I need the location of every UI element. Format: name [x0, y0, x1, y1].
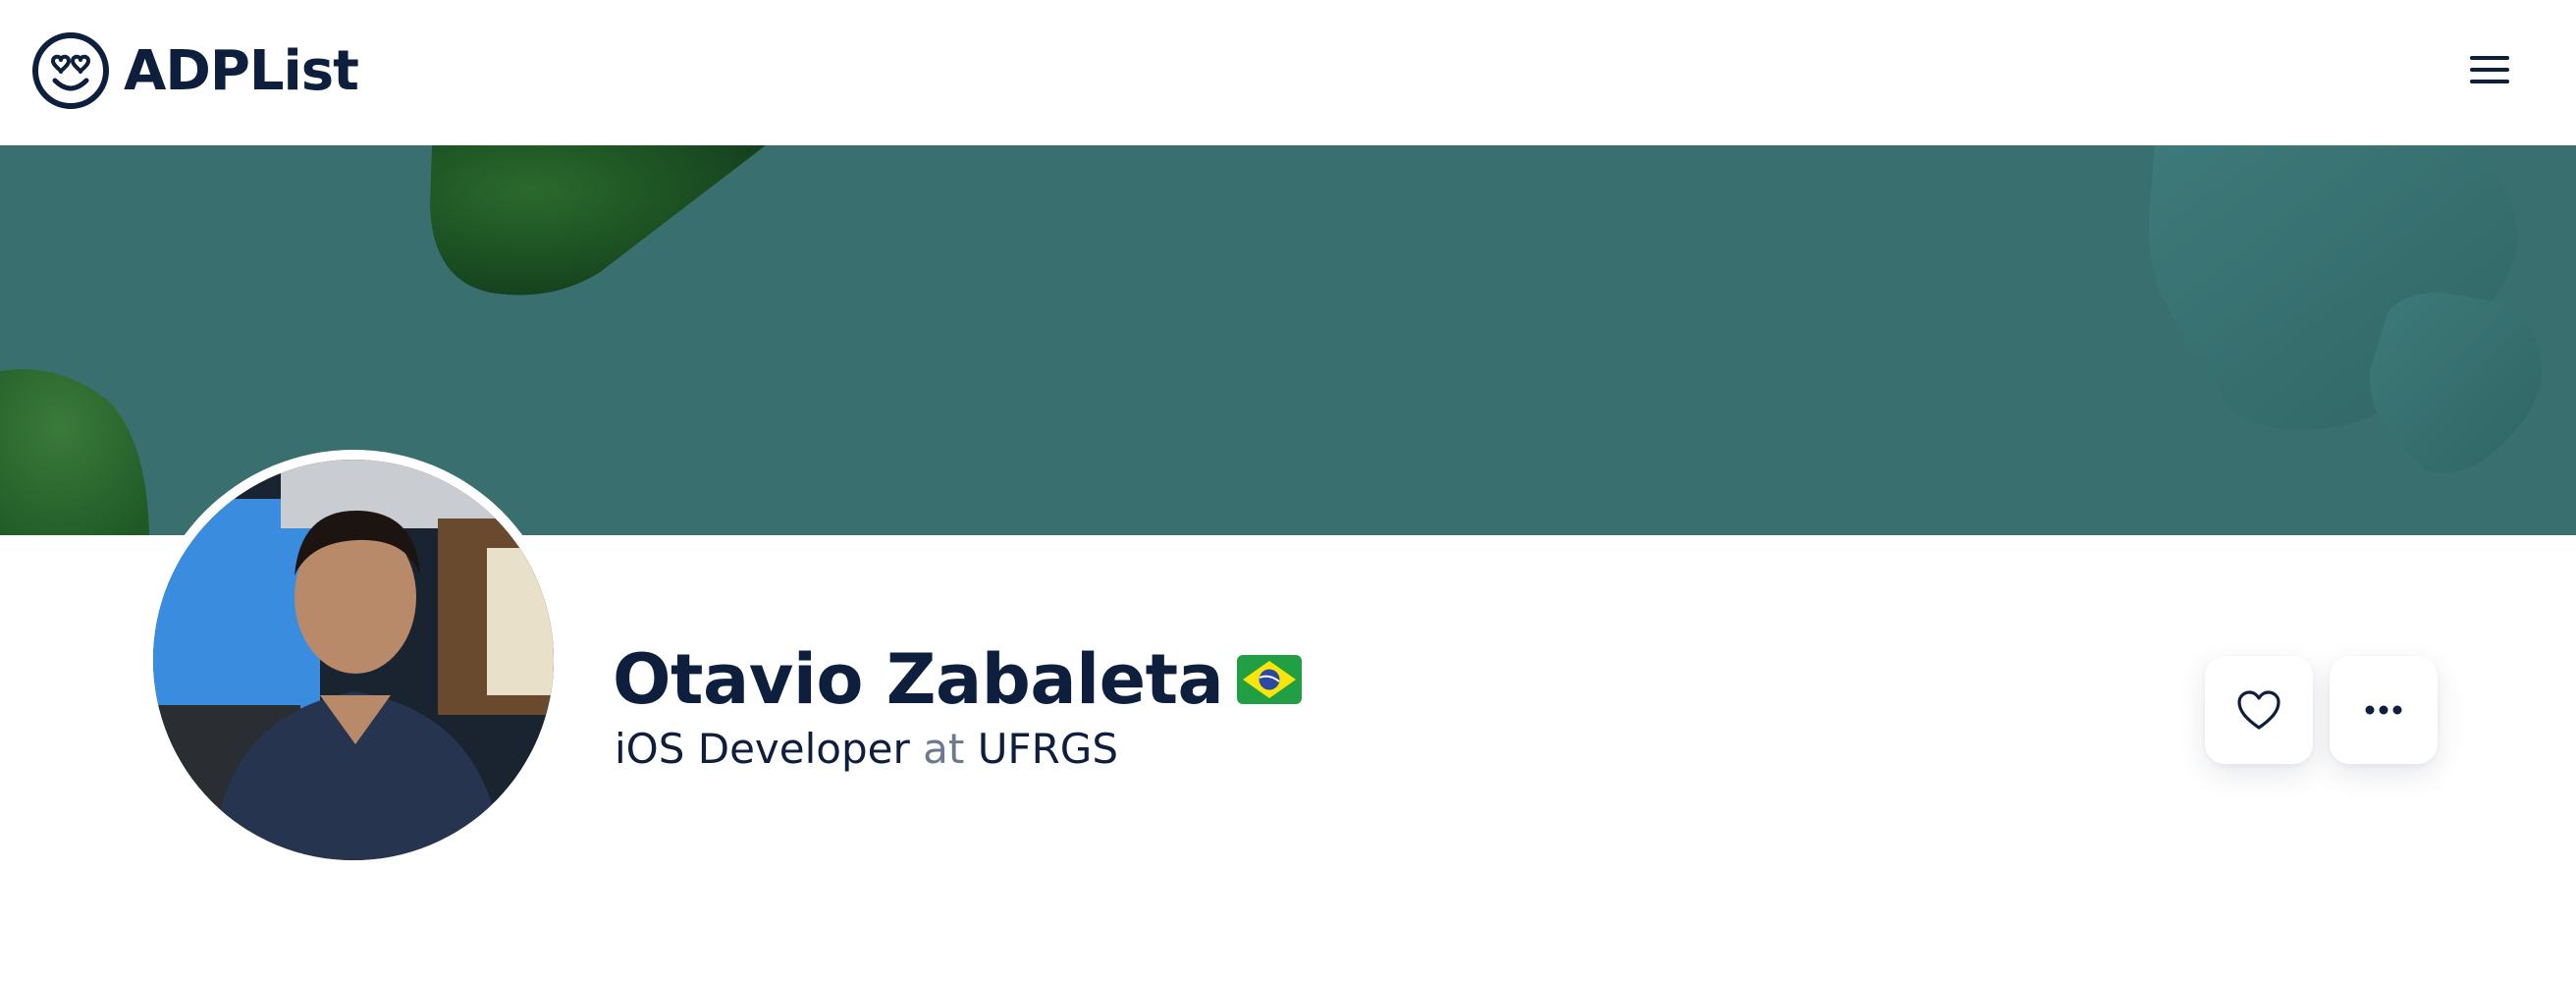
profile-name-row: Otavio Zabaleta: [613, 638, 1303, 721]
brand-name: ADPList: [124, 38, 359, 103]
top-navbar: ADPList: [0, 0, 2576, 145]
profile-at-word: at: [923, 725, 965, 773]
heart-icon: [2237, 690, 2281, 730]
more-options-button[interactable]: [2330, 656, 2438, 764]
profile-avatar: [143, 450, 564, 870]
smiley-heart-eyes-logo-icon: [32, 32, 109, 109]
brand-logo-link[interactable]: ADPList: [31, 31, 359, 110]
profile-role: iOS Developer: [615, 725, 910, 773]
profile-photo: [153, 460, 554, 860]
profile-headline: iOS Developer at UFRGS: [615, 725, 1118, 773]
profile-company: UFRGS: [977, 725, 1118, 773]
more-horizontal-icon: [2365, 705, 2402, 715]
brazil-flag-icon: [1237, 655, 1303, 704]
favorite-button[interactable]: [2205, 656, 2313, 764]
hamburger-menu-button[interactable]: [2466, 47, 2521, 94]
hamburger-menu-icon: [2470, 56, 2509, 83]
profile-name: Otavio Zabaleta: [613, 639, 1224, 720]
